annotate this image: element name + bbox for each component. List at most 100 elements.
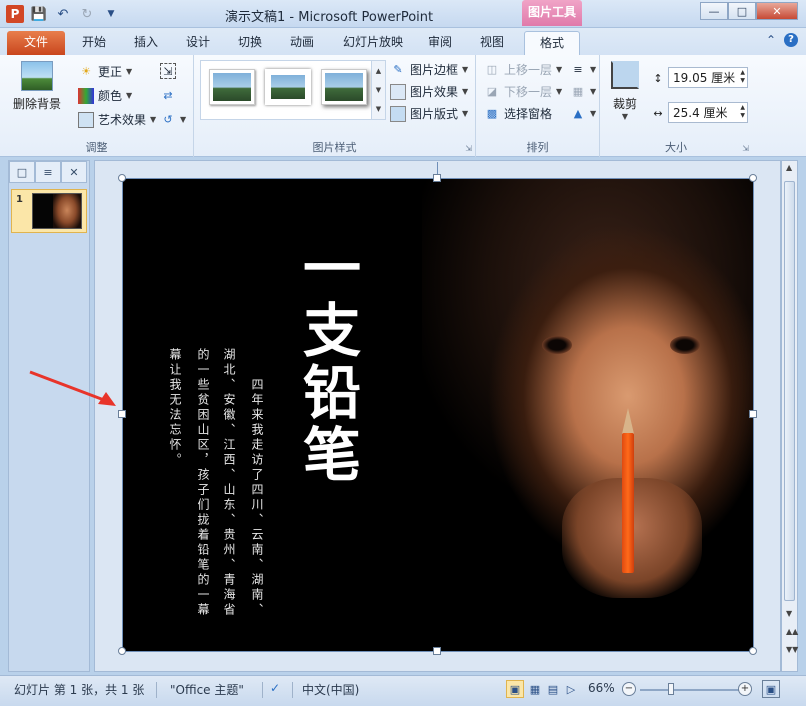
- resize-handle-bottom-right[interactable]: [749, 647, 757, 655]
- bring-forward-icon: ◫: [486, 63, 498, 76]
- pencil: [622, 433, 634, 573]
- group-button[interactable]: ▦ ▼: [570, 83, 596, 99]
- scroll-thumb[interactable]: [784, 181, 795, 601]
- gallery-more-icon[interactable]: ▼: [376, 105, 381, 113]
- redo-icon[interactable]: ↻: [78, 5, 96, 23]
- scroll-up-icon[interactable]: ▲: [786, 163, 792, 172]
- zoom-slider-knob[interactable]: [668, 683, 674, 695]
- size-dialog-launcher-icon[interactable]: ⇲: [742, 144, 749, 153]
- size-group-label: 大小: [665, 141, 687, 154]
- send-backward-button[interactable]: ◪ 下移一层 ▼: [484, 83, 562, 100]
- change-picture-button[interactable]: ⇄: [160, 87, 176, 103]
- width-spinner-icon[interactable]: ▲ ▼: [740, 104, 745, 120]
- resize-handle-top-left[interactable]: [118, 174, 126, 182]
- compress-pictures-button[interactable]: ⇲: [160, 63, 176, 79]
- poem-column[interactable]: 幕让我无法忘怀。: [168, 348, 182, 468]
- slideshow-view-icon[interactable]: ▷: [562, 680, 580, 698]
- rotate-icon: ▲: [573, 106, 583, 120]
- resize-handle-right[interactable]: [749, 410, 757, 418]
- slide-canvas[interactable]: 一支铅笔 四年来我走访了四川、云南、湖南、 湖北、安徽、江西、山东、贵州、青海省…: [122, 178, 754, 652]
- crop-button[interactable]: 裁剪 ▼: [608, 61, 642, 121]
- close-panel-icon[interactable]: ✕: [61, 161, 87, 183]
- resize-handle-left[interactable]: [118, 410, 126, 418]
- undo-icon[interactable]: ↶: [54, 5, 72, 23]
- tab-design[interactable]: 设计: [176, 31, 220, 55]
- tab-home[interactable]: 开始: [72, 31, 116, 55]
- picture-border-button[interactable]: ✎ 图片边框 ▼: [390, 61, 468, 78]
- tab-file[interactable]: 文件: [7, 31, 65, 55]
- resize-handle-top-right[interactable]: [749, 174, 757, 182]
- selection-pane-button[interactable]: ▩ 选择窗格: [484, 105, 552, 122]
- reset-picture-button[interactable]: ↺ ▼: [160, 111, 186, 127]
- minimize-icon[interactable]: —: [700, 2, 728, 20]
- zoom-in-icon[interactable]: +: [738, 682, 752, 696]
- tab-insert[interactable]: 插入: [124, 31, 168, 55]
- adjust-group: 删除背景 ☀ 更正 ▼ 颜色 ▼ 艺术效果 ▼ ⇲ ⇄ ↺ ▼ 调整: [0, 55, 194, 157]
- language-status[interactable]: 中文(中国): [302, 681, 359, 698]
- outline-tab-icon[interactable]: ≡: [35, 161, 61, 183]
- arrange-group: ◫ 上移一层 ▼ ◪ 下移一层 ▼ ▩ 选择窗格 ≡ ▼ ▦ ▼ ▲ ▼ 排列: [476, 55, 600, 157]
- fit-to-window-icon[interactable]: ▣: [762, 680, 780, 698]
- gallery-scroll[interactable]: ▲ ▼ ▼: [371, 61, 385, 119]
- tab-slideshow[interactable]: 幻灯片放映: [334, 31, 412, 55]
- picture-styles-group-label: 图片样式: [312, 141, 357, 154]
- save-icon[interactable]: 💾: [30, 5, 48, 23]
- red-arrow-icon: [29, 370, 116, 406]
- customize-icon[interactable]: ▼: [102, 5, 120, 23]
- previous-slide-icon[interactable]: ▲▲: [786, 627, 798, 636]
- pencil-tip: [622, 408, 634, 434]
- picture-effects-button[interactable]: 图片效果 ▼: [390, 83, 468, 100]
- align-button[interactable]: ≡ ▼: [570, 61, 596, 77]
- color-button[interactable]: 颜色 ▼: [78, 87, 132, 104]
- gallery-down-icon[interactable]: ▼: [376, 86, 381, 94]
- rotate-button[interactable]: ▲ ▼: [570, 105, 596, 121]
- slide-sorter-view-icon[interactable]: ▦: [526, 680, 544, 698]
- tab-format[interactable]: 格式: [524, 31, 580, 55]
- zoom-slider[interactable]: [640, 689, 740, 691]
- bring-forward-button[interactable]: ◫ 上移一层 ▼: [484, 61, 562, 78]
- picture-style-option[interactable]: [265, 69, 311, 105]
- slides-tab-icon[interactable]: □: [9, 161, 35, 183]
- restore-icon[interactable]: □: [728, 2, 756, 20]
- minimize-ribbon-icon[interactable]: ⌃: [766, 33, 776, 47]
- width-field[interactable]: 25.4 厘米 ▲ ▼: [668, 102, 748, 123]
- next-slide-icon[interactable]: ▼▼: [786, 645, 798, 654]
- tab-transitions[interactable]: 切换: [228, 31, 272, 55]
- spell-check-icon[interactable]: ✓: [270, 681, 280, 695]
- tab-animations[interactable]: 动画: [280, 31, 324, 55]
- artistic-effects-button[interactable]: 艺术效果 ▼: [78, 111, 156, 128]
- picture-style-option[interactable]: [321, 69, 367, 105]
- zoom-out-icon[interactable]: −: [622, 682, 636, 696]
- crop-icon: [611, 61, 639, 89]
- slide-title[interactable]: 一支铅笔: [293, 238, 361, 486]
- help-icon[interactable]: ?: [784, 33, 798, 47]
- resize-handle-bottom[interactable]: [433, 647, 441, 655]
- height-field[interactable]: 19.05 厘米 ▲ ▼: [668, 67, 748, 88]
- width-icon: ↔: [653, 106, 663, 120]
- gallery-up-icon[interactable]: ▲: [376, 67, 381, 75]
- resize-handle-top[interactable]: [433, 174, 441, 182]
- poem-column[interactable]: 四年来我走访了四川、云南、湖南、: [250, 378, 264, 618]
- close-icon[interactable]: ✕: [756, 2, 798, 20]
- resize-handle-bottom-left[interactable]: [118, 647, 126, 655]
- powerpoint-app-icon[interactable]: P: [6, 5, 24, 23]
- scroll-down-icon[interactable]: ▼: [786, 609, 792, 618]
- reading-view-icon[interactable]: ▤: [544, 680, 562, 698]
- slide-thumbnail-image: [32, 193, 82, 229]
- height-spinner-icon[interactable]: ▲ ▼: [740, 69, 745, 85]
- picture-style-option[interactable]: [209, 69, 255, 105]
- vertical-scrollbar[interactable]: ▲ ▼ ▲▲ ▼▼: [781, 160, 798, 672]
- picture-layout-button[interactable]: 图片版式 ▼: [390, 105, 468, 122]
- zoom-level[interactable]: 66%: [588, 681, 615, 695]
- normal-view-icon[interactable]: ▣: [506, 680, 524, 698]
- dialog-launcher-icon[interactable]: ⇲: [465, 144, 472, 153]
- slide-thumbnail[interactable]: 1: [11, 189, 87, 233]
- tab-review[interactable]: 审阅: [418, 31, 462, 55]
- compress-icon: ⇲: [160, 63, 176, 79]
- corrections-button[interactable]: ☀ 更正 ▼: [78, 63, 132, 80]
- tab-view[interactable]: 视图: [470, 31, 514, 55]
- poem-column[interactable]: 的一些贫困山区，孩子们拢着铅笔的一幕: [196, 348, 210, 618]
- poem-column[interactable]: 湖北、安徽、江西、山东、贵州、青海省: [222, 348, 236, 618]
- remove-background-button[interactable]: 删除背景: [10, 61, 64, 112]
- theme-status[interactable]: "Office 主题": [170, 681, 244, 698]
